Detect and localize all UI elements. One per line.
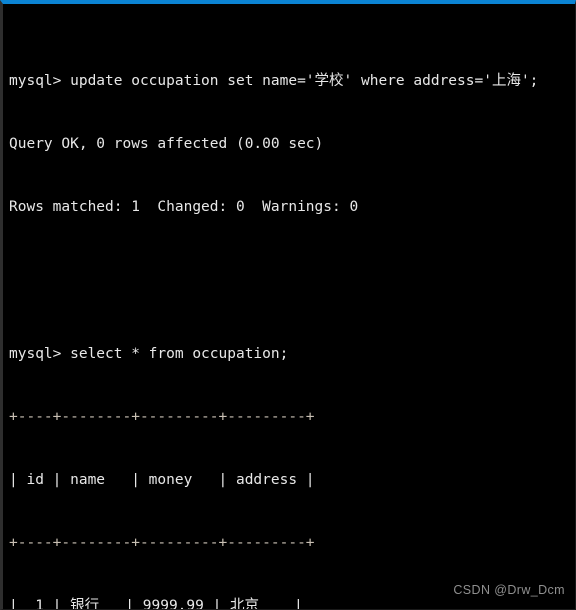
watermark-label: CSDN @Drw_Dcm — [453, 583, 565, 597]
terminal-window[interactable]: mysql> update occupation set name='学校' w… — [0, 0, 576, 610]
table-header-1: | id | name | money | address | — [9, 472, 315, 488]
table-separator-top-1: +----+--------+---------+---------+ — [9, 409, 315, 425]
status-line-rows-matched-1: Rows matched: 1 Changed: 0 Warnings: 0 — [9, 199, 359, 215]
command-line-update-shanghai: mysql> update occupation set name='学校' w… — [9, 73, 539, 89]
status-line-query-ok-1: Query OK, 0 rows affected (0.00 sec) — [9, 136, 324, 152]
table-row: | 1 | 银行 | 9999.99 | 北京 | — [9, 598, 303, 610]
table-separator-mid-1: +----+--------+---------+---------+ — [9, 535, 315, 551]
command-line-select-1: mysql> select * from occupation; — [9, 346, 289, 362]
console-output[interactable]: mysql> update occupation set name='学校' w… — [3, 4, 575, 610]
